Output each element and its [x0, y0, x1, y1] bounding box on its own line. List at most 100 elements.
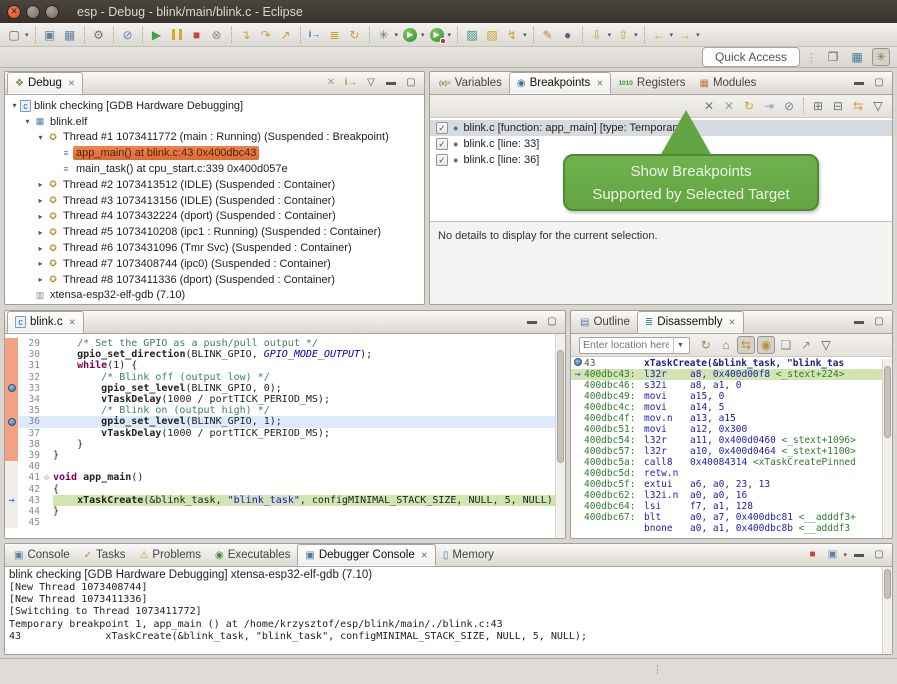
code-line[interactable]: 44}	[5, 506, 565, 517]
disassembly-source-line[interactable]: 43xTaskCreate(&blink_task, "blink_tas	[571, 358, 892, 369]
new-wizard-button[interactable]: ▢	[5, 26, 23, 44]
chevron-down-icon[interactable]: ▾	[670, 31, 674, 39]
sync-with-context-button[interactable]: ⇆	[737, 336, 755, 354]
maximize-button[interactable]: ▢	[870, 313, 888, 331]
maximize-button[interactable]: ▢	[543, 313, 561, 331]
chevron-down-icon[interactable]: ▾	[523, 31, 527, 39]
tab-problems[interactable]: ⚠Problems	[132, 544, 208, 566]
debug-tree-row[interactable]: ▸✪Thread #6 1073431096 (Tmr Svc) (Suspen…	[5, 240, 424, 256]
location-combo[interactable]: ▼	[579, 337, 690, 354]
chevron-down-icon[interactable]: ▾	[634, 31, 638, 39]
disassembly-row[interactable]: bnonea0, a1, 0x400dbc8b <__adddf3	[571, 523, 892, 534]
debug-tree-row[interactable]: ▸✪Thread #4 1073432224 (dport) (Suspende…	[5, 209, 424, 225]
debug-tree-row[interactable]: ▾▦blink.elf	[5, 114, 424, 130]
code-line[interactable]: 41⊖void app_main()	[5, 472, 565, 483]
minimize-button[interactable]: ▬	[850, 74, 868, 92]
minimize-button[interactable]: ▬	[850, 546, 868, 564]
run-button[interactable]: ▶	[401, 26, 419, 44]
tree-expander-icon[interactable]: ▸	[35, 180, 46, 189]
code-line[interactable]: 39}	[5, 450, 565, 461]
minimize-button[interactable]: ▬	[523, 313, 541, 331]
annotation-gutter[interactable]: →	[5, 495, 18, 506]
code-line[interactable]: 30 gpio_set_direction(BLINK_GPIO, GPIO_M…	[5, 349, 565, 360]
tab-memory[interactable]: ▯Memory	[436, 544, 501, 566]
disassembly-row[interactable]: →400dbc43:l32ra8, 0x400d00f8 <_stext+224…	[571, 369, 892, 380]
use-step-filters-button[interactable]: ≣	[326, 26, 344, 44]
expand-all-button[interactable]: ⊞	[809, 97, 827, 115]
tab-outline[interactable]: ▤Outline	[573, 311, 637, 333]
drag-handle[interactable]: ⋮	[652, 663, 663, 676]
editor-scrollbar[interactable]	[555, 334, 565, 539]
fold-collapse-icon[interactable]: ⊖	[42, 473, 51, 482]
debug-tree-row[interactable]: ▸✪Thread #7 1073408744 (ipc0) (Suspended…	[5, 256, 424, 272]
back-button[interactable]: ←	[650, 26, 668, 44]
disassembly-scrollbar[interactable]	[882, 359, 892, 538]
open-resource-button[interactable]: ▨	[483, 26, 501, 44]
quick-access-button[interactable]: Quick Access	[702, 47, 800, 67]
tree-expander-icon[interactable]: ▸	[35, 244, 46, 253]
tree-expander-icon[interactable]: ▸	[35, 212, 46, 221]
disassembly-row[interactable]: 400dbc62:l32i.na0, a0, 16	[571, 490, 892, 501]
range-indicator[interactable]	[5, 383, 18, 394]
code-line[interactable]: 42{	[5, 483, 565, 494]
tab-breakpoints[interactable]: ◉Breakpoints✕	[509, 72, 612, 94]
minimize-button[interactable]	[26, 5, 40, 19]
debug-tree-row[interactable]: ≡app_main() at blink.c:43 0x400dbc43	[5, 145, 424, 161]
collapse-all-button[interactable]: ⊟	[829, 97, 847, 115]
breakpoint-checkbox[interactable]: ✓	[436, 154, 448, 166]
chevron-down-icon[interactable]: ▼	[673, 338, 687, 353]
debug-button[interactable]: ✳	[375, 26, 393, 44]
maximize-button[interactable]	[45, 5, 59, 19]
display-selected-console-button[interactable]: ▣	[823, 546, 841, 564]
open-perspective-button[interactable]: ❐	[824, 48, 842, 66]
debug-perspective-button[interactable]: ✳	[872, 48, 890, 66]
cpp-perspective-button[interactable]: ▦	[848, 48, 866, 66]
tab-modules[interactable]: ▦Modules	[692, 72, 763, 94]
console-scrollbar[interactable]	[882, 567, 892, 655]
range-indicator[interactable]	[5, 416, 18, 427]
chevron-down-icon[interactable]: ▾	[395, 31, 399, 39]
close-icon[interactable]: ✕	[596, 78, 603, 89]
resume-button[interactable]: ▶	[148, 26, 166, 44]
debug-tree-row[interactable]: ▾✪Thread #1 1073411772 (main : Running) …	[5, 130, 424, 146]
build-button[interactable]: ⚙	[90, 26, 108, 44]
range-indicator[interactable]	[5, 405, 18, 416]
tab-debug[interactable]: ❖Debug✕	[7, 72, 83, 94]
chevron-down-icon[interactable]: ▾	[843, 551, 847, 559]
terminate-button[interactable]: ■	[188, 26, 206, 44]
disassembly-row[interactable]: 400dbc5a:call80x40084314 <xTaskCreatePin…	[571, 457, 892, 468]
open-new-view-button[interactable]: ↗	[797, 336, 815, 354]
tab-registers[interactable]: 1010Registers	[611, 72, 692, 94]
maximize-button[interactable]: ▢	[870, 74, 888, 92]
disassembly-row[interactable]: 400dbc5f:extuia6, a0, 23, 13	[571, 479, 892, 490]
track-expression-button[interactable]: ◉	[757, 336, 775, 354]
range-indicator[interactable]	[5, 450, 18, 461]
code-line[interactable]: 35 /* Blink on (output high) */	[5, 405, 565, 416]
skip-all-breakpoints-button[interactable]: ⊘	[780, 97, 798, 115]
minimize-button[interactable]: ▬	[850, 313, 868, 331]
range-indicator[interactable]	[5, 360, 18, 371]
copy-view-button[interactable]: ❏	[777, 336, 795, 354]
debug-tree-row[interactable]: ▥xtensa-esp32-elf-gdb (7.10)	[5, 288, 424, 304]
annotation-gutter[interactable]	[5, 472, 18, 483]
debug-tree-row[interactable]: ▸✪Thread #3 1073413156 (IDLE) (Suspended…	[5, 193, 424, 209]
console-output[interactable]: blink checking [GDB Hardware Debugging] …	[5, 567, 892, 655]
view-menu-button[interactable]: ▽	[362, 74, 380, 92]
code-line[interactable]: 31 while(1) {	[5, 360, 565, 371]
tree-expander-icon[interactable]: ▾	[22, 117, 33, 126]
disassembly-row[interactable]: 400dbc49:movia15, 0	[571, 391, 892, 402]
tab-disassembly[interactable]: ≣Disassembly✕	[637, 311, 744, 333]
tab-executables[interactable]: ◉Executables	[208, 544, 297, 566]
code-line[interactable]: →43 xTaskCreate(&blink_task, "blink_task…	[5, 495, 565, 506]
disassembly-row[interactable]: 400dbc54:l32ra11, 0x400d0460 <_stext+109…	[571, 435, 892, 446]
range-indicator[interactable]	[5, 439, 18, 450]
debug-tree-row[interactable]: ▸✪Thread #8 1073411336 (dport) (Suspende…	[5, 272, 424, 288]
disassembly-row[interactable]: 400dbc64:lsif7, a1, 128	[571, 501, 892, 512]
code-line[interactable]: 45	[5, 517, 565, 528]
annotation-gutter[interactable]	[5, 506, 18, 517]
previous-annotation-button[interactable]: ⇧	[614, 26, 632, 44]
step-return-button[interactable]: ↗	[277, 26, 295, 44]
range-indicator[interactable]	[5, 394, 18, 405]
disassembly-row[interactable]: 400dbc4f:mov.na13, a15	[571, 413, 892, 424]
disassembly-row[interactable]: 400dbc5d:retw.n	[571, 468, 892, 479]
